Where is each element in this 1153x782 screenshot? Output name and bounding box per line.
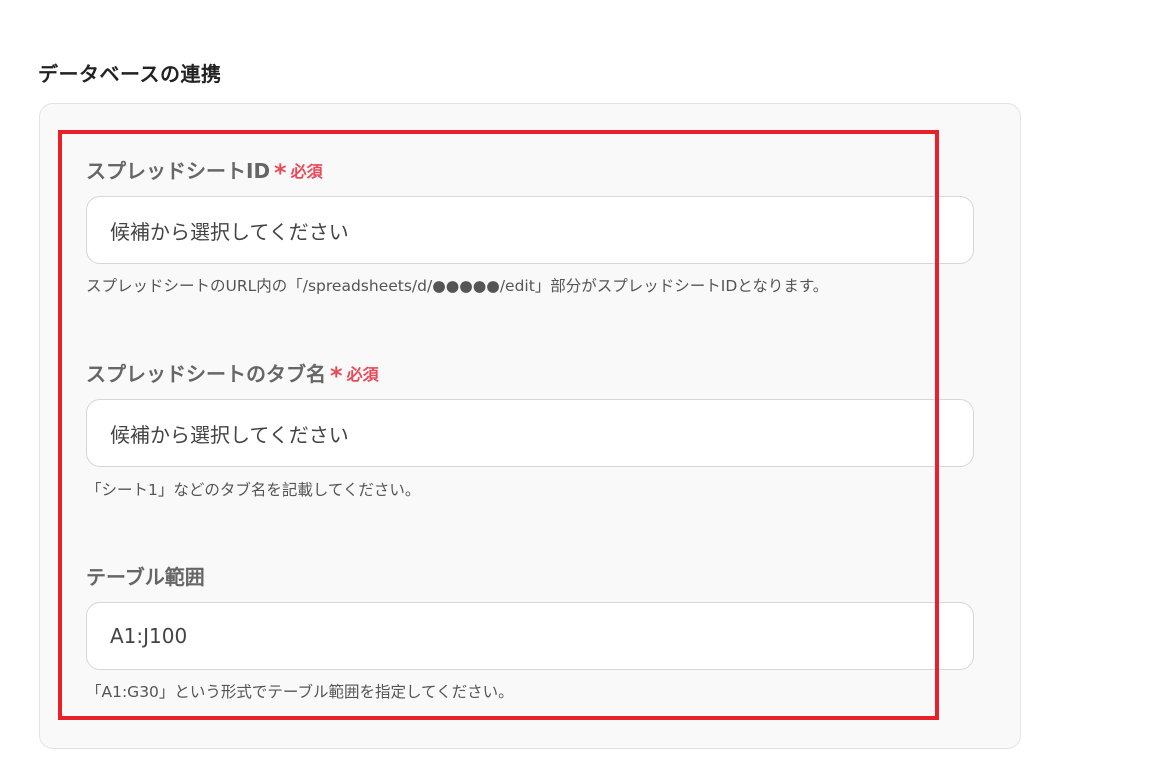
section-title: データベースの連携: [38, 62, 222, 86]
highlight-annotation-box: [58, 130, 939, 720]
